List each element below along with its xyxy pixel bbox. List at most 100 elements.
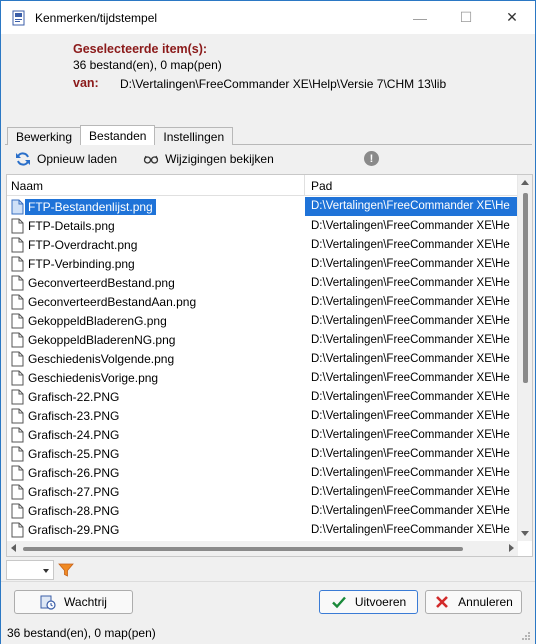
run-button[interactable]: Uitvoeren bbox=[319, 590, 418, 614]
file-icon bbox=[11, 427, 24, 442]
from-path: D:\Vertalingen\FreeCommander XE\Help\Ver… bbox=[120, 77, 447, 91]
file-name: Grafisch-28.PNG bbox=[28, 503, 120, 518]
queue-button[interactable]: Wachtrij bbox=[14, 590, 133, 614]
scroll-left-icon[interactable] bbox=[11, 544, 16, 552]
file-name-cell[interactable]: GeschiedenisVolgende.png bbox=[7, 351, 305, 367]
scroll-down-icon[interactable] bbox=[521, 531, 529, 536]
file-path: D:\Vertalingen\FreeCommander XE\He bbox=[311, 409, 510, 422]
file-name-cell[interactable]: Grafisch-22.PNG bbox=[7, 389, 305, 405]
file-name-cell[interactable]: FTP-Overdracht.png bbox=[7, 237, 305, 253]
file-row[interactable]: GekoppeldBladerenNG.png D:\Vertalingen\Fr… bbox=[7, 330, 518, 349]
file-name-cell[interactable]: FTP-Details.png bbox=[7, 218, 305, 234]
file-icon bbox=[11, 199, 24, 214]
file-row[interactable]: FTP-Overdracht.png D:\Vertalingen\FreeCom… bbox=[7, 235, 518, 254]
tab-files[interactable]: Bestanden bbox=[80, 125, 156, 145]
file-name: Grafisch-27.PNG bbox=[28, 484, 120, 499]
file-name-cell[interactable]: Grafisch-26.PNG bbox=[7, 465, 305, 481]
filter-icon[interactable] bbox=[58, 562, 74, 578]
file-row[interactable]: GekoppeldBladerenG.png D:\Vertalingen\Fre… bbox=[7, 311, 518, 330]
file-row[interactable]: GeconverteerdBestand.png D:\Vertalingen\F… bbox=[7, 273, 518, 292]
file-row[interactable]: FTP-Verbinding.png D:\Vertalingen\FreeCom… bbox=[7, 254, 518, 273]
file-name-cell[interactable]: Grafisch-23.PNG bbox=[7, 408, 305, 424]
refresh-icon bbox=[15, 151, 31, 167]
file-path: D:\Vertalingen\FreeCommander XE\He bbox=[311, 428, 510, 441]
file-icon bbox=[11, 237, 24, 252]
file-row[interactable]: Grafisch-27.PNG D:\Vertalingen\FreeComman… bbox=[7, 482, 518, 501]
tab-settings[interactable]: Instellingen bbox=[154, 127, 234, 145]
file-name: GeschiedenisVorige.png bbox=[28, 370, 159, 385]
tab-edit[interactable]: Bewerking bbox=[7, 127, 82, 145]
reload-button[interactable]: Opnieuw laden bbox=[15, 151, 117, 167]
checkmark-icon bbox=[331, 594, 347, 610]
file-icon bbox=[11, 294, 24, 309]
vertical-scrollbar[interactable] bbox=[517, 175, 532, 541]
file-name-cell[interactable]: FTP-Bestandenlijst.png bbox=[7, 198, 305, 215]
file-row[interactable]: Grafisch-25.PNG D:\Vertalingen\FreeComman… bbox=[7, 444, 518, 463]
queue-label: Wachtrij bbox=[64, 595, 107, 609]
horizontal-scroll-thumb[interactable] bbox=[23, 547, 463, 551]
file-row[interactable]: FTP-Bestandenlijst.png D:\Vertalingen\Fre… bbox=[7, 197, 518, 216]
file-row[interactable]: Grafisch-22.PNG D:\Vertalingen\FreeComman… bbox=[7, 387, 518, 406]
file-icon bbox=[11, 256, 24, 271]
file-name: GeconverteerdBestand.png bbox=[28, 275, 175, 290]
resize-grip-icon[interactable] bbox=[521, 630, 531, 640]
status-bar: 36 bestand(en), 0 map(pen) bbox=[1, 622, 535, 644]
file-icon bbox=[11, 465, 24, 480]
file-row[interactable]: Grafisch-28.PNG D:\Vertalingen\FreeComman… bbox=[7, 501, 518, 520]
file-path: D:\Vertalingen\FreeCommander XE\He bbox=[311, 447, 510, 460]
scroll-up-icon[interactable] bbox=[521, 180, 529, 185]
file-path: D:\Vertalingen\FreeCommander XE\He bbox=[311, 276, 510, 289]
file-icon bbox=[11, 522, 24, 537]
file-row[interactable]: Grafisch-23.PNG D:\Vertalingen\FreeComman… bbox=[7, 406, 518, 425]
horizontal-scrollbar[interactable] bbox=[7, 541, 518, 556]
file-row[interactable]: Grafisch-24.PNG D:\Vertalingen\FreeComman… bbox=[7, 425, 518, 444]
file-icon bbox=[11, 275, 24, 290]
file-icon bbox=[11, 484, 24, 499]
column-path[interactable]: Pad bbox=[305, 175, 518, 196]
maximize-button[interactable]: ☐ bbox=[443, 1, 489, 34]
file-name-cell[interactable]: Grafisch-27.PNG bbox=[7, 484, 305, 500]
close-button[interactable]: ✕ bbox=[489, 1, 535, 34]
file-name-cell[interactable]: Grafisch-28.PNG bbox=[7, 503, 305, 519]
file-row[interactable]: Grafisch-26.PNG D:\Vertalingen\FreeComman… bbox=[7, 463, 518, 482]
file-row[interactable]: GeschiedenisVolgende.png D:\Vertalingen\F… bbox=[7, 349, 518, 368]
file-name-cell[interactable]: Grafisch-29.PNG bbox=[7, 522, 305, 538]
vertical-scroll-thumb[interactable] bbox=[523, 193, 528, 383]
cancel-button[interactable]: Annuleren bbox=[425, 590, 522, 614]
file-list[interactable]: Naam Pad FTP-Bestandenlijst.png D:\Vertal… bbox=[6, 174, 533, 557]
file-name-cell[interactable]: FTP-Verbinding.png bbox=[7, 256, 305, 272]
file-name: GeschiedenisVolgende.png bbox=[28, 351, 175, 366]
selected-items-count: 36 bestand(en), 0 map(pen) bbox=[73, 58, 222, 72]
file-name: Grafisch-25.PNG bbox=[28, 446, 120, 461]
file-name: Grafisch-23.PNG bbox=[28, 408, 120, 423]
file-path: D:\Vertalingen\FreeCommander XE\He bbox=[311, 314, 510, 327]
file-name-cell[interactable]: GeconverteerdBestand.png bbox=[7, 275, 305, 291]
file-name: GeconverteerdBestandAan.png bbox=[28, 294, 197, 309]
file-name-cell[interactable]: GeschiedenisVorige.png bbox=[7, 370, 305, 386]
file-row[interactable]: FTP-Details.png D:\Vertalingen\FreeComman… bbox=[7, 216, 518, 235]
column-name[interactable]: Naam bbox=[7, 175, 305, 196]
minimize-button[interactable]: — bbox=[397, 1, 443, 34]
info-icon[interactable]: ! bbox=[364, 151, 379, 166]
file-name-cell[interactable]: Grafisch-24.PNG bbox=[7, 427, 305, 443]
file-name-cell[interactable]: GekoppeldBladerenNG.png bbox=[7, 332, 305, 348]
file-name-cell[interactable]: GekoppeldBladerenG.png bbox=[7, 313, 305, 329]
file-icon bbox=[11, 408, 24, 423]
view-changes-button[interactable]: Wijzigingen bekijken bbox=[143, 151, 274, 167]
file-name-cell[interactable]: Grafisch-25.PNG bbox=[7, 446, 305, 462]
file-row[interactable]: GeconverteerdBestandAan.png D:\Vertalinge… bbox=[7, 292, 518, 311]
scroll-right-icon[interactable] bbox=[509, 544, 514, 552]
file-row[interactable]: Grafisch-29.PNG D:\Vertalingen\FreeComman… bbox=[7, 520, 518, 539]
properties-timestamp-dialog: Kenmerken/tijdstempel — ☐ ✕ Geselecteerd… bbox=[0, 0, 536, 644]
file-name: Grafisch-22.PNG bbox=[28, 389, 120, 404]
file-name-cell[interactable]: GeconverteerdBestandAan.png bbox=[7, 294, 305, 310]
filter-combo[interactable] bbox=[6, 560, 54, 580]
file-path: D:\Vertalingen\FreeCommander XE\He bbox=[311, 295, 510, 308]
status-text: 36 bestand(en), 0 map(pen) bbox=[7, 626, 156, 640]
queue-icon bbox=[40, 594, 56, 610]
reload-label: Opnieuw laden bbox=[37, 152, 118, 166]
file-path: D:\Vertalingen\FreeCommander XE\He bbox=[311, 485, 510, 498]
files-toolbar: Opnieuw laden Wijzigingen bekijken bbox=[15, 149, 300, 169]
title-bar[interactable]: Kenmerken/tijdstempel — ☐ ✕ bbox=[1, 1, 535, 34]
file-row[interactable]: GeschiedenisVorige.png D:\Vertalingen\Fre… bbox=[7, 368, 518, 387]
